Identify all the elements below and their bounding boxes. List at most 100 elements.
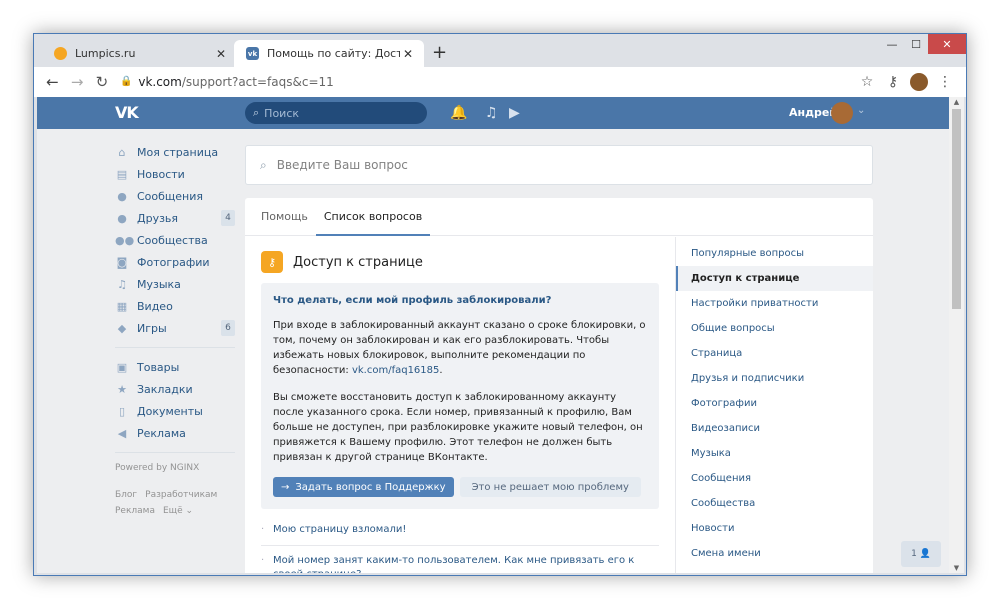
- scrollbar[interactable]: ▲ ▼: [949, 97, 964, 573]
- nav-friends[interactable]: ● Друзья 4: [115, 207, 235, 229]
- question-input[interactable]: [276, 158, 837, 172]
- section-header: ⚷ Доступ к странице: [245, 237, 675, 283]
- menu-videos[interactable]: Видеозаписи: [676, 416, 873, 441]
- menu-page[interactable]: Страница: [676, 341, 873, 366]
- nav-goods[interactable]: ▣ Товары: [115, 356, 235, 378]
- scroll-thumb[interactable]: [952, 109, 961, 309]
- nav-label: Фотографии: [137, 255, 210, 269]
- question-search[interactable]: ⌕: [245, 145, 873, 185]
- lumpics-favicon-icon: [54, 47, 67, 60]
- nav-label: Закладки: [137, 382, 193, 396]
- nav-divider: [115, 452, 235, 453]
- tab-close-icon[interactable]: ✕: [213, 47, 229, 61]
- key-icon: ⚷: [261, 251, 283, 273]
- nav-label: Видео: [137, 299, 173, 313]
- category-menu: Популярные вопросы Доступ к странице Нас…: [675, 237, 873, 573]
- menu-messages[interactable]: Сообщения: [676, 466, 873, 491]
- nav-messages[interactable]: ● Сообщения: [115, 185, 235, 207]
- not-solved-button[interactable]: Это не решает мою проблему: [459, 477, 641, 497]
- nav-news[interactable]: ▤ Новости: [115, 163, 235, 185]
- close-window-button[interactable]: ✕: [928, 34, 966, 54]
- music-note-icon[interactable]: ♫: [485, 105, 498, 121]
- maximize-button[interactable]: ☐: [904, 34, 928, 54]
- menu-photos[interactable]: Фотографии: [676, 391, 873, 416]
- nav-label: Друзья: [137, 211, 179, 225]
- menu-name-change[interactable]: Смена имени: [676, 541, 873, 566]
- menu-page-access[interactable]: Доступ к странице: [676, 266, 873, 291]
- user-avatar[interactable]: [831, 102, 853, 124]
- menu-popular[interactable]: Популярные вопросы: [676, 241, 873, 266]
- menu-friends[interactable]: Друзья и подписчики: [676, 366, 873, 391]
- address-toolbar: ← → ↻ 🔒 vk.com /support?act=faqs&c=11 ☆ …: [34, 67, 966, 97]
- menu-icon[interactable]: ⋮: [932, 74, 958, 90]
- footer-ads[interactable]: Реклама: [115, 506, 155, 516]
- vk-logo[interactable]: VK: [115, 103, 139, 122]
- nav-music[interactable]: ♫ Музыка: [115, 273, 235, 295]
- nav-video[interactable]: ▦ Видео: [115, 295, 235, 317]
- footer-devs[interactable]: Разработчикам: [145, 490, 217, 500]
- nav-label: Моя страница: [137, 145, 219, 159]
- nav-label: Товары: [137, 360, 180, 374]
- user-name[interactable]: Андрей: [789, 106, 837, 119]
- nav-games[interactable]: ◆ Игры 6: [115, 317, 235, 339]
- nav-bookmarks[interactable]: ★ Закладки: [115, 378, 235, 400]
- back-button[interactable]: ←: [40, 73, 65, 91]
- help-panel: Помощь Список вопросов ⚷ Доступ к страни…: [245, 198, 873, 573]
- tab-close-icon[interactable]: ✕: [400, 47, 416, 61]
- forward-button[interactable]: →: [65, 73, 90, 91]
- search-icon: ⌕: [260, 157, 267, 172]
- nav-documents[interactable]: ▯ Документы: [115, 400, 235, 422]
- key-icon[interactable]: ⚷: [880, 74, 906, 90]
- scroll-down-icon[interactable]: ▼: [949, 564, 964, 572]
- tab-lumpics[interactable]: Lumpics.ru ✕: [42, 40, 237, 67]
- nav-label: Сообщения: [137, 189, 204, 203]
- chevron-down-icon[interactable]: ⌄: [857, 105, 865, 116]
- profile-avatar[interactable]: [910, 73, 929, 91]
- scroll-up-icon[interactable]: ▲: [949, 98, 964, 106]
- nav-my-page[interactable]: ⌂ Моя страница: [115, 141, 235, 163]
- arrow-right-icon: →: [281, 481, 290, 493]
- friends-online-chip[interactable]: 1 👤: [901, 541, 941, 567]
- button-label: Задать вопрос в Поддержку: [295, 481, 446, 493]
- tab-questions[interactable]: Список вопросов: [315, 198, 431, 236]
- menu-general[interactable]: Общие вопросы: [676, 316, 873, 341]
- menu-groups[interactable]: Сообщества: [676, 491, 873, 516]
- menu-news[interactable]: Новости: [676, 516, 873, 541]
- nav-label: Реклама: [137, 426, 186, 440]
- vk-search[interactable]: ⌕: [245, 102, 427, 124]
- faq-question[interactable]: Что делать, если мой профиль заблокирова…: [273, 293, 647, 308]
- menu-music[interactable]: Музыка: [676, 441, 873, 466]
- home-icon: ⌂: [118, 146, 126, 159]
- nav-groups[interactable]: ●● Сообщества: [115, 229, 235, 251]
- menu-privacy[interactable]: Настройки приватности: [676, 291, 873, 316]
- reload-button[interactable]: ↻: [90, 73, 115, 91]
- games-badge: 6: [221, 320, 235, 336]
- nav-photos[interactable]: ◙ Фотографии: [115, 251, 235, 273]
- faq-paragraph: Вы сможете восстановить доступ к заблоки…: [273, 392, 643, 463]
- faq-content: ⚷ Доступ к странице Что делать, если мой…: [245, 237, 675, 573]
- minimize-button[interactable]: —: [880, 34, 904, 54]
- address-bar[interactable]: 🔒 vk.com /support?act=faqs&c=11: [120, 71, 854, 93]
- bell-icon[interactable]: 🔔: [450, 105, 467, 121]
- vk-search-input[interactable]: [264, 106, 405, 120]
- games-icon: ◆: [117, 322, 127, 335]
- page-viewport: VK ⌕ 🔔 ♫ ▶ Андрей ⌄ ⌂ Моя страница ▤ Новос…: [37, 97, 949, 573]
- footer-blog[interactable]: Блог: [115, 490, 137, 500]
- footer-more[interactable]: Ещё ⌄: [163, 506, 193, 516]
- section-title: Доступ к странице: [293, 254, 423, 270]
- megaphone-icon: ◀: [117, 427, 127, 440]
- tab-help[interactable]: Помощь: [253, 198, 316, 235]
- tab-title: Помощь по сайту: Доступ к стр: [267, 47, 400, 60]
- faq-link[interactable]: vk.com/faq16185: [352, 365, 439, 376]
- new-tab-button[interactable]: +: [432, 42, 447, 63]
- groups-icon: ●●: [115, 234, 135, 247]
- nav-label: Игры: [137, 321, 167, 335]
- browser-window: Lumpics.ru ✕ vk Помощь по сайту: Доступ …: [33, 33, 967, 576]
- faq-item[interactable]: Мой номер занят каким-то пользователем. …: [261, 546, 659, 573]
- faq-item[interactable]: Мою страницу взломали!: [261, 515, 659, 546]
- ask-support-button[interactable]: → Задать вопрос в Поддержку: [273, 477, 454, 497]
- play-icon[interactable]: ▶: [509, 105, 520, 121]
- star-icon[interactable]: ☆: [854, 74, 880, 90]
- tab-vk-help[interactable]: vk Помощь по сайту: Доступ к стр ✕: [234, 40, 424, 67]
- nav-ads[interactable]: ◀ Реклама: [115, 422, 235, 444]
